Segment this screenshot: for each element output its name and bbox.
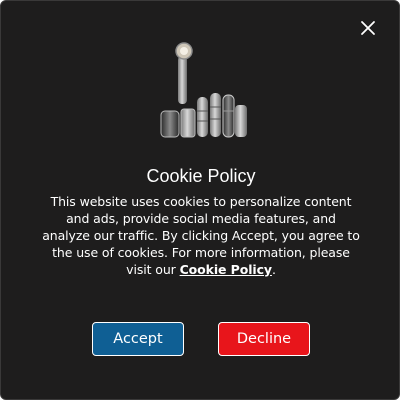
- product-image: [149, 41, 253, 141]
- close-button[interactable]: [359, 19, 377, 37]
- modal-title: Cookie Policy: [146, 166, 256, 186]
- cookie-modal: Cookie Policy This website uses cookies …: [0, 0, 400, 400]
- body-suffix: .: [271, 262, 276, 277]
- close-icon: [361, 21, 375, 35]
- accept-button[interactable]: Accept: [92, 322, 184, 356]
- decline-button[interactable]: Decline: [218, 322, 310, 356]
- cookie-policy-link[interactable]: Cookie Policy: [180, 262, 272, 277]
- modal-body-text: This website uses cookies to personalize…: [41, 193, 361, 278]
